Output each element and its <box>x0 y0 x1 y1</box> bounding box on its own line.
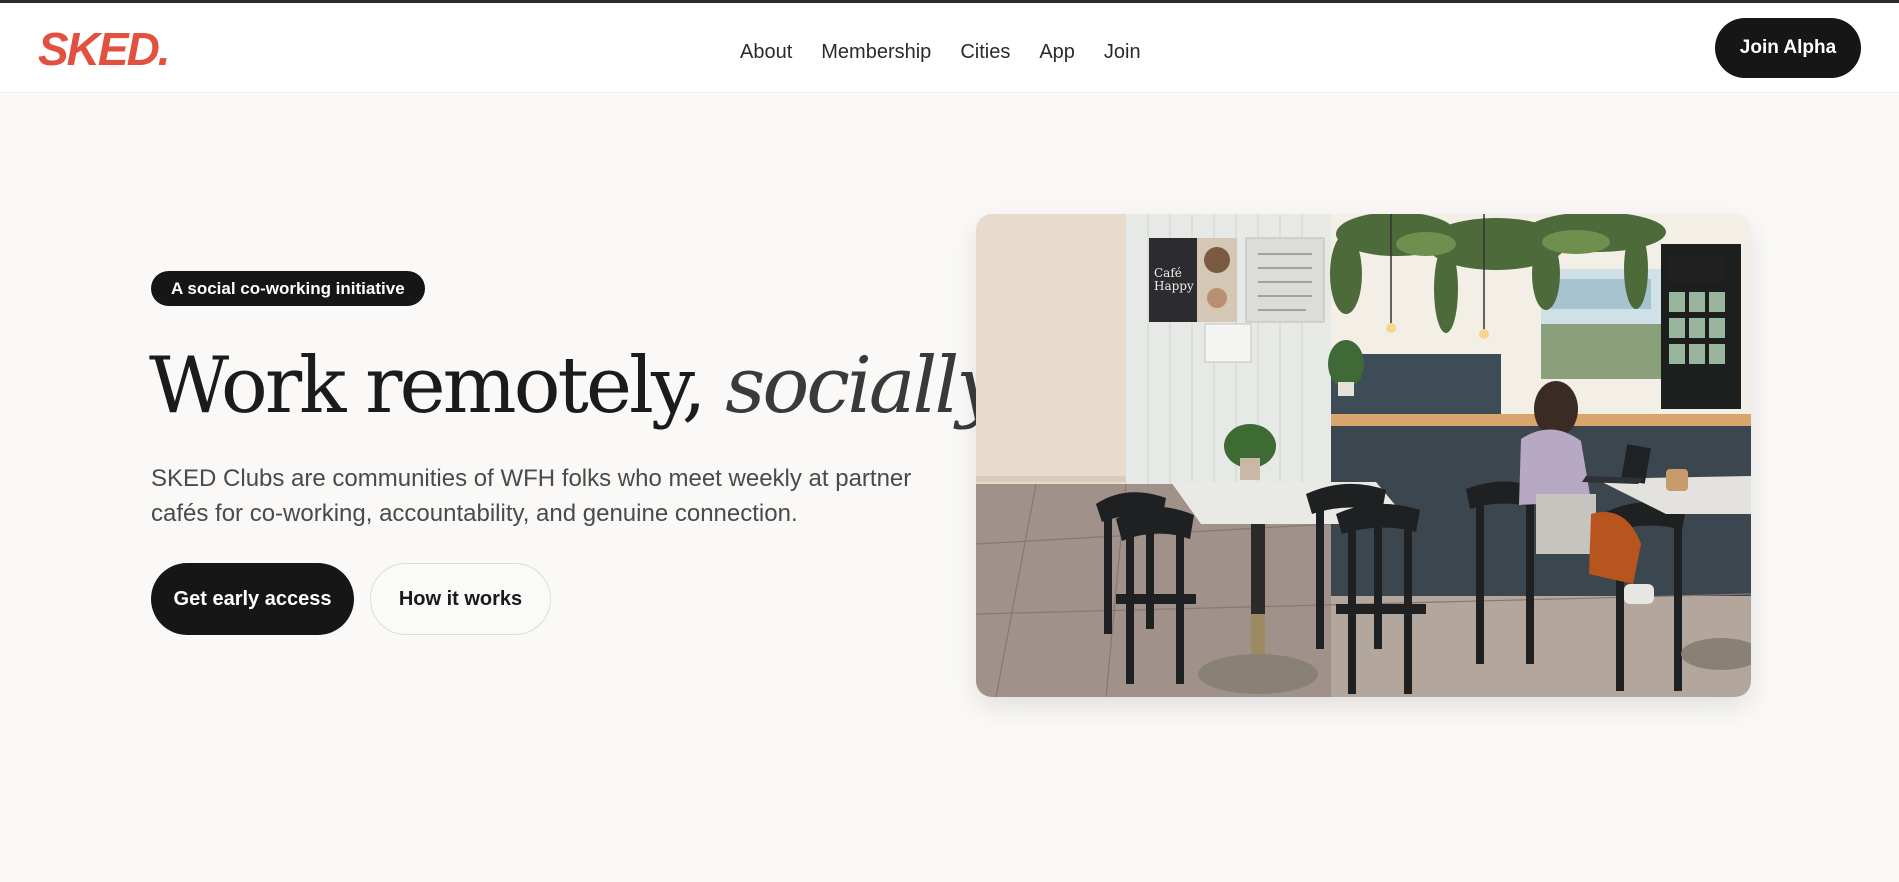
poster-text-cafe: Café <box>1154 266 1182 280</box>
nav-link-membership[interactable]: Membership <box>821 29 931 75</box>
hero-headline: Work remotely, socially. <box>149 341 1022 431</box>
nav-link-about[interactable]: About <box>740 29 792 75</box>
how-it-works-button[interactable]: How it works <box>370 563 551 635</box>
nav-link-cities[interactable]: Cities <box>960 29 1010 75</box>
main-nav: About Membership Cities App Join <box>740 29 1141 75</box>
hero-section: A social co-working initiative Work remo… <box>149 271 1022 635</box>
join-alpha-button[interactable]: Join Alpha <box>1715 18 1861 78</box>
headline-main: Work remotely, <box>149 341 726 431</box>
hero-subtitle: SKED Clubs are communities of WFH folks … <box>151 465 912 527</box>
cafe-interior-photo: Café Happy <box>976 214 1751 697</box>
poster-text-happy: Happy <box>1154 279 1194 293</box>
cta-row: Get early access How it works <box>151 563 931 635</box>
sked-logo[interactable]: SKED. <box>38 25 171 73</box>
headline-emphasis: socially <box>725 341 1000 431</box>
site-header: SKED. About Membership Cities App Join J… <box>0 3 1899 93</box>
get-early-access-button[interactable]: Get early access <box>151 563 354 635</box>
initiative-badge: A social co-working initiative <box>151 271 425 306</box>
nav-link-app[interactable]: App <box>1039 29 1075 75</box>
nav-link-join[interactable]: Join <box>1104 29 1141 75</box>
